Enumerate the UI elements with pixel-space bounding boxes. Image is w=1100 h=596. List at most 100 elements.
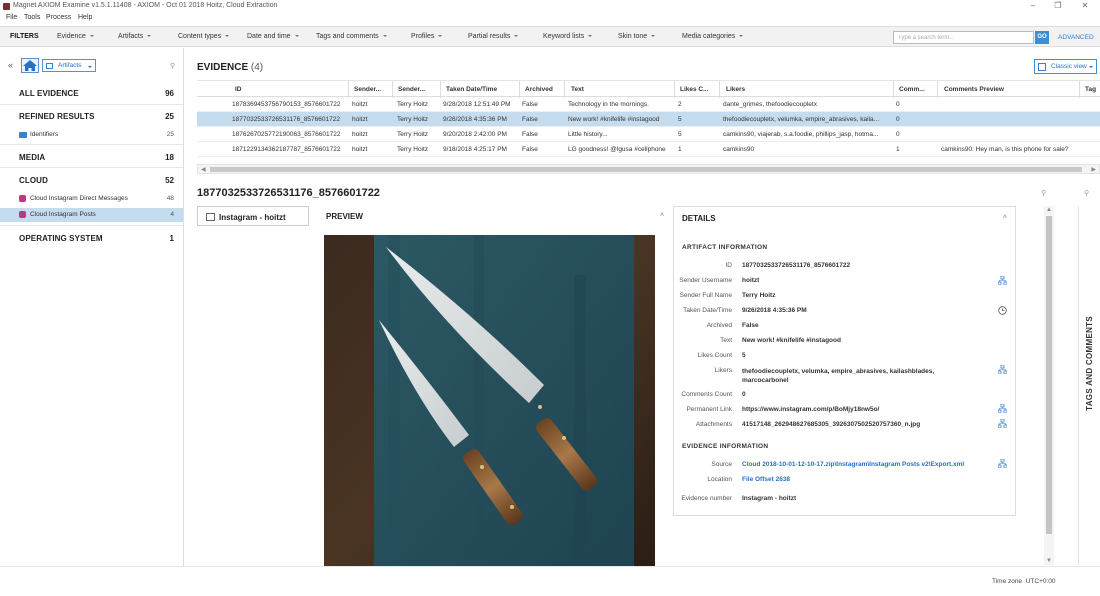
home-button[interactable]	[21, 58, 39, 73]
source-tab[interactable]: Instagram - hoitzt	[197, 206, 309, 226]
filter-tags-comments[interactable]: Tags and comments	[316, 33, 387, 40]
go-button[interactable]: GO	[1035, 31, 1049, 44]
cell-likes-count: 5	[678, 116, 682, 123]
timezone-indicator[interactable]: Time zone UTC+0:00	[992, 578, 1056, 585]
pin-icon[interactable]: ⚲	[1084, 189, 1089, 197]
cell-id: 1876267025772190063_8576601722	[232, 131, 341, 138]
column-divider	[440, 81, 441, 98]
category-operating-system[interactable]: OPERATING SYSTEM 1	[0, 228, 183, 248]
column-header-id[interactable]: ID	[235, 86, 242, 93]
filter-content-types[interactable]: Content types	[178, 33, 230, 40]
collapse-preview-icon[interactable]: ˄	[660, 212, 664, 219]
column-header-comments-preview[interactable]: Comments Preview	[944, 86, 1004, 93]
close-button[interactable]: ✕	[1078, 1, 1092, 10]
horizontal-scrollbar[interactable]: ◀ ▶	[197, 164, 1100, 174]
menu-file[interactable]: File	[6, 14, 17, 21]
category-label: ALL EVIDENCE	[19, 89, 79, 98]
filter-media-categories[interactable]: Media categories	[682, 33, 744, 40]
collapse-icon[interactable]: «	[8, 60, 13, 70]
field-value-attachments[interactable]: 41517148_262948627685305_392630750252075…	[742, 421, 920, 428]
scrollbar-thumb[interactable]	[1046, 216, 1052, 534]
column-header-likers[interactable]: Likers	[726, 86, 745, 93]
vertical-scrollbar[interactable]: ▲ ▼	[1044, 206, 1054, 565]
field-label: Sender Username	[679, 277, 732, 284]
filter-partial-results[interactable]: Partial results	[468, 33, 519, 40]
column-header-text[interactable]: Text	[571, 86, 584, 93]
source-label: Instagram - hoitzt	[219, 213, 286, 222]
category-label: REFINED RESULTS	[19, 112, 95, 121]
cell-taken-date: 9/20/2018 2:42:00 PM	[443, 131, 507, 138]
link-graph-icon[interactable]	[998, 419, 1007, 428]
field-label: Location	[707, 476, 732, 483]
app-icon	[3, 3, 10, 10]
filter-skin-tone[interactable]: Skin tone	[618, 33, 656, 40]
column-header-taken-date[interactable]: Taken Date/Time	[446, 86, 497, 93]
scrollbar-thumb[interactable]	[210, 167, 1082, 172]
category-count: 52	[165, 176, 174, 185]
evidence-info-section: EVIDENCE INFORMATION	[682, 443, 769, 450]
filter-artifacts[interactable]: Artifacts	[118, 33, 152, 40]
field-value-source[interactable]: Cloud 2018-10-01-12-10-17.zip\Instagram\…	[742, 461, 964, 468]
link-graph-icon[interactable]	[998, 276, 1007, 285]
cell-id: 1877032533726531176_8576601722	[232, 116, 340, 123]
link-graph-icon[interactable]	[998, 459, 1007, 468]
menu-help[interactable]: Help	[78, 14, 92, 21]
filter-date-time[interactable]: Date and time	[247, 33, 299, 40]
artifacts-dropdown[interactable]: Artifacts	[42, 59, 96, 72]
divider	[0, 225, 183, 226]
search-input[interactable]	[893, 31, 1034, 44]
artifacts-dropdown-label: Artifacts	[58, 62, 82, 69]
field-label: Attachments	[695, 421, 732, 428]
filter-evidence[interactable]: Evidence	[57, 33, 94, 40]
minimize-button[interactable]: –	[1026, 1, 1040, 10]
table-row-selected[interactable]: 1877032533726531176_8576601722 hoitzt Te…	[197, 112, 1100, 127]
subitem-label: Cloud Instagram Posts	[30, 211, 96, 218]
cell-sender-username: hoitzt	[352, 146, 368, 153]
column-header-likes-count[interactable]: Likes C...	[680, 86, 709, 93]
link-graph-icon[interactable]	[998, 365, 1007, 374]
column-header-archived[interactable]: Archived	[525, 86, 553, 93]
column-header-comments-count[interactable]: Comm...	[899, 86, 925, 93]
column-header-sender-fullname[interactable]: Sender...	[398, 86, 425, 93]
category-all-evidence[interactable]: ALL EVIDENCE 96	[0, 83, 183, 103]
category-refined-results[interactable]: REFINED RESULTS 25	[0, 106, 183, 126]
subitem-cloud-instagram-direct-messages[interactable]: Cloud Instagram Direct Messages 48	[0, 192, 183, 206]
scroll-right-icon[interactable]: ▶	[1091, 166, 1096, 173]
field-value-taken-date: 9/26/2018 4:35:36 PM	[742, 307, 807, 314]
details-panel: DETAILS ˄ ARTIFACT INFORMATION ID 187703…	[673, 206, 1016, 516]
field-value-permanent-link[interactable]: https://www.instagram.com/p/BoMjy18nw5o/	[742, 406, 879, 413]
cell-text: Little history...	[568, 131, 608, 138]
menu-process[interactable]: Process	[46, 14, 71, 21]
category-media[interactable]: MEDIA 18	[0, 147, 183, 167]
subitem-cloud-instagram-posts[interactable]: Cloud Instagram Posts 4	[0, 208, 183, 222]
classic-view-dropdown[interactable]: Classic view	[1034, 59, 1097, 74]
table-row[interactable]: 1871229134362187787_8576601722 hoitzt Te…	[197, 142, 1100, 157]
category-cloud[interactable]: CLOUD 52	[0, 170, 183, 190]
scroll-left-icon[interactable]: ◀	[201, 166, 206, 173]
scroll-down-icon[interactable]: ▼	[1046, 558, 1052, 564]
tags-comments-side-tab[interactable]: TAGS AND COMMENTS	[1078, 206, 1100, 565]
scroll-up-icon[interactable]: ▲	[1046, 207, 1052, 213]
menu-tools[interactable]: Tools	[24, 14, 40, 21]
advanced-link[interactable]: ADVANCED	[1058, 34, 1094, 41]
clock-icon[interactable]	[998, 306, 1007, 315]
table-row[interactable]: 1876267025772190063_8576601722 hoitzt Te…	[197, 127, 1100, 142]
subitem-identifiers[interactable]: Identifiers 25	[0, 128, 183, 142]
collapse-details-icon[interactable]: ˄	[1003, 214, 1007, 221]
chevron-down-icon	[739, 35, 744, 38]
link-graph-icon[interactable]	[998, 404, 1007, 413]
table-row[interactable]: 1878369453756790153_8576601722 hoitzt Te…	[197, 97, 1100, 112]
cell-archived: False	[522, 101, 538, 108]
chevron-down-icon	[1089, 66, 1093, 68]
pin-icon[interactable]: ⚲	[170, 62, 175, 70]
column-header-sender-username[interactable]: Sender...	[354, 86, 381, 93]
cell-likers: thefoodiecoupletx, velumka, empire_abras…	[723, 116, 880, 123]
column-header-tag[interactable]: Tag	[1085, 86, 1096, 93]
pin-icon[interactable]: ⚲	[1041, 189, 1046, 197]
filter-keyword-lists[interactable]: Keyword lists	[543, 33, 593, 40]
filter-profiles[interactable]: Profiles	[411, 33, 443, 40]
field-label: Text	[720, 337, 732, 344]
field-value-location[interactable]: File Offset 2638	[742, 476, 790, 483]
table-header: ID Sender... Sender... Taken Date/Time A…	[197, 80, 1100, 98]
maximize-button[interactable]: ❐	[1051, 1, 1065, 10]
